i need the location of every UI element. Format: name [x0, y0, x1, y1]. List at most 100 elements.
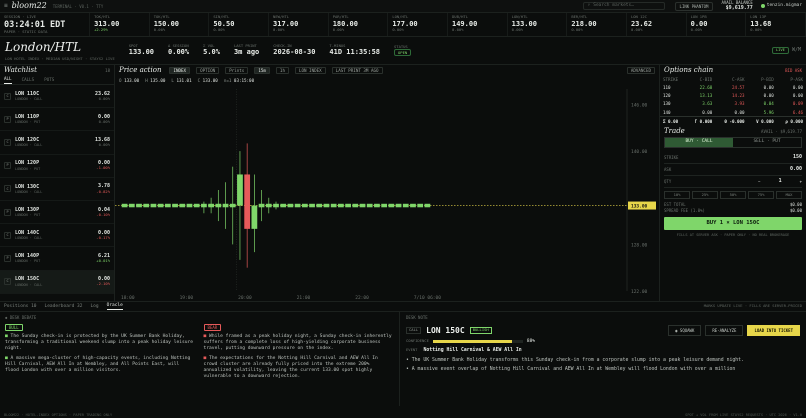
chain-cell[interactable]: 6.46 [777, 108, 806, 117]
chain-row[interactable]: 130 3.63 3.93 0.04 0.09 [660, 100, 806, 108]
ticker-item[interactable]: NEW/HTL 317.00 0.00% [269, 13, 329, 36]
ohlc-item: L 131.01 [171, 78, 191, 83]
candle-body [244, 174, 251, 229]
squawk-button[interactable]: ◉ SQUAWK [668, 325, 702, 336]
user-menu[interactable]: tenzin.migmar [760, 3, 802, 9]
reanalyze-button[interactable]: RE-ANALYZE [705, 325, 744, 336]
price-action-panel: Price action INDEX OPTION Prints 15m 1h LON IN… [115, 65, 660, 301]
chart-chip-4[interactable]: 1h [275, 66, 289, 75]
watchlist-item[interactable]: C LON 120C LONDON · CALL 13.68 0.00% [0, 131, 114, 155]
tab-all[interactable]: ALL [4, 76, 12, 84]
chain-cell[interactable]: 22.68 [686, 83, 715, 91]
watchlist-item[interactable]: C LON 110C LONDON · CALL 23.62 0.00% [0, 85, 114, 109]
chart-chip-2[interactable]: Prints [225, 66, 249, 75]
ticker-item[interactable]: BER/HTL 218.00 0.00% [567, 13, 627, 36]
bottom-tab-1[interactable]: Leaderboard 32 [45, 304, 83, 310]
watchlist-item[interactable]: P LON 140P LONDON · PUT 6.21 +0.01% [0, 247, 114, 271]
chain-cell[interactable]: 3.63 [686, 100, 715, 108]
price-chart[interactable]: 146.00 140.00 128.00 122.00 18:00 19:00 20:00 2… [115, 85, 659, 301]
quick-size-2[interactable]: 50% [720, 190, 746, 200]
quick-size-1[interactable]: 25% [692, 190, 718, 200]
item-sub: LONDON · PUT [15, 212, 41, 217]
chart-chip-5[interactable]: LON INDEX [294, 66, 326, 75]
ticker-item[interactable]: LON/HTL 177.00 0.00% [388, 13, 448, 36]
sell-put-toggle[interactable]: SELL · PUT [733, 138, 801, 147]
quick-size-0[interactable]: 10% [664, 190, 690, 200]
chain-cell[interactable]: 24.57 [715, 83, 747, 91]
search-icon: ⌕ [587, 3, 591, 9]
candle-body [345, 203, 351, 208]
chain-cell[interactable]: 0.00 [748, 92, 777, 100]
chain-cell[interactable]: 14.23 [715, 92, 747, 100]
chain-cell[interactable]: 0.09 [777, 100, 806, 108]
stat-value: 5.0% [203, 48, 220, 57]
quick-size-4[interactable]: MAX [776, 190, 802, 200]
decrement-button[interactable]: − [758, 179, 760, 184]
point-text: The Sunday check-in is protected by the … [5, 334, 194, 352]
last-price-label: 133.00 [631, 204, 648, 210]
chart-chip-1[interactable]: OPTION [196, 66, 220, 75]
chain-cell[interactable]: 0.00 [686, 108, 715, 117]
ticker-item[interactable]: TOK/HTL 150.00 0.00% [150, 13, 210, 36]
y-tick-label: 146.00 [631, 103, 648, 109]
candle-body [330, 203, 337, 208]
greek-cell: Γ 0.000 [686, 116, 716, 126]
candle-body [265, 203, 272, 208]
ticker-item[interactable]: DUB/HTL 149.00 0.00% [448, 13, 508, 36]
chain-cell[interactable]: 0.00 [715, 108, 747, 117]
chain-row[interactable]: 140 0.00 0.00 5.96 6.46 [660, 108, 806, 117]
note-text: A massive event overlap of Notting Hill … [411, 367, 736, 373]
chain-cell[interactable]: 0.04 [748, 100, 777, 108]
trade-ticket: Trade AVAIL · $9,619.77 BUY · CALL SELL ·… [660, 126, 806, 238]
quick-size-3[interactable]: 75% [748, 190, 774, 200]
side-selector: BUY · CALL SELL · PUT [664, 136, 802, 148]
ticker-item[interactable]: LON 12C 23.62 0.00% [627, 13, 687, 36]
chain-cell[interactable]: 0.00 [777, 92, 806, 100]
search-input[interactable]: ⌕ Search markets… [582, 2, 665, 10]
increment-button[interactable]: + [800, 179, 802, 184]
load-into-ticket-button[interactable]: LOAD INTO TICKET [747, 325, 800, 336]
buy-call-toggle[interactable]: BUY · CALL [665, 137, 733, 147]
ticker-item[interactable]: SIN/HTL 50.50 0.00% [209, 13, 270, 36]
chart-chip-3[interactable]: 15m [254, 66, 270, 75]
watchlist-item[interactable]: P LON 110P LONDON · PUT 0.00 0.00% [0, 108, 114, 132]
watchlist-item[interactable]: P LON 120P LONDON · PUT 0.00 -1.00% [0, 155, 114, 178]
chain-cell[interactable]: 13.13 [686, 92, 715, 100]
watchlist-item[interactable]: C LON 150C LONDON · CALL 0.00 -2.10% [0, 270, 114, 294]
candlestick-chart[interactable]: 146.00 140.00 128.00 122.00 18:00 19:00 20:00 2… [115, 85, 659, 301]
chain-cell[interactable]: 5.96 [748, 108, 777, 117]
chain-cell[interactable]: 0.00 [777, 83, 806, 91]
window-menu-icon[interactable]: ≡ [4, 2, 8, 10]
bottom-tab-3[interactable]: Oracle [106, 303, 123, 310]
tab-puts[interactable]: PUTS [44, 77, 54, 82]
ticker-change: 0.00% [332, 27, 345, 33]
tab-calls[interactable]: CALLS [22, 77, 35, 82]
chart-chip-6[interactable]: LAST PRINT 3M AGO [331, 66, 383, 75]
ticker-item[interactable]: LON 1PB 0.00 0.00% [687, 13, 747, 36]
chain-row[interactable]: 110 22.68 24.57 0.00 0.00 [660, 83, 806, 91]
watchlist-item[interactable]: C LON 130C LONDON · CALL 3.78 -0.82% [0, 178, 114, 201]
ticker-item[interactable]: LON 13P 13.68 0.00% [746, 13, 806, 36]
confidence-meter: CONFIDENCE 88% [406, 338, 535, 344]
item-sub: LONDON · CALL [15, 236, 43, 241]
strike-field[interactable]: STRIKE 150 [664, 152, 802, 164]
ticker-item[interactable]: LON/HTL 133.00 0.00% [508, 13, 568, 36]
chart-chip-0[interactable]: INDEX [169, 66, 191, 75]
quantity-stepper[interactable]: QTY −1 + [664, 176, 802, 188]
chain-cell[interactable]: 0.00 [748, 83, 777, 91]
watchlist-item[interactable]: C LON 140C LONDON · CALL 0.00 -0.17% [0, 224, 114, 248]
stat-value: 0.00% [168, 48, 190, 57]
candle-body [164, 203, 171, 208]
stat-0: SPOT 133.00 [129, 43, 154, 57]
buy-button[interactable]: BUY 1 × LON 150C [664, 217, 802, 231]
bottom-tab-2[interactable]: Log [90, 304, 98, 310]
chain-cell[interactable]: 3.93 [715, 100, 747, 108]
watchlist-item[interactable]: P LON 130P LONDON · PUT 0.04 -0.10% [0, 201, 114, 225]
ticker-item[interactable]: PAR/HTL 180.00 0.00% [329, 13, 389, 36]
item-change: -0.10% [96, 211, 110, 217]
chain-row[interactable]: 120 13.13 14.23 0.00 0.00 [660, 92, 806, 100]
ticker-item[interactable]: TOK/HTL 313.00 +2.29% [90, 13, 150, 36]
link-phantom-button[interactable]: LINK PHANTOM [674, 1, 714, 11]
advanced-button[interactable]: ADVANCED [626, 66, 655, 75]
bottom-tab-0[interactable]: Positions 10 [4, 304, 37, 310]
